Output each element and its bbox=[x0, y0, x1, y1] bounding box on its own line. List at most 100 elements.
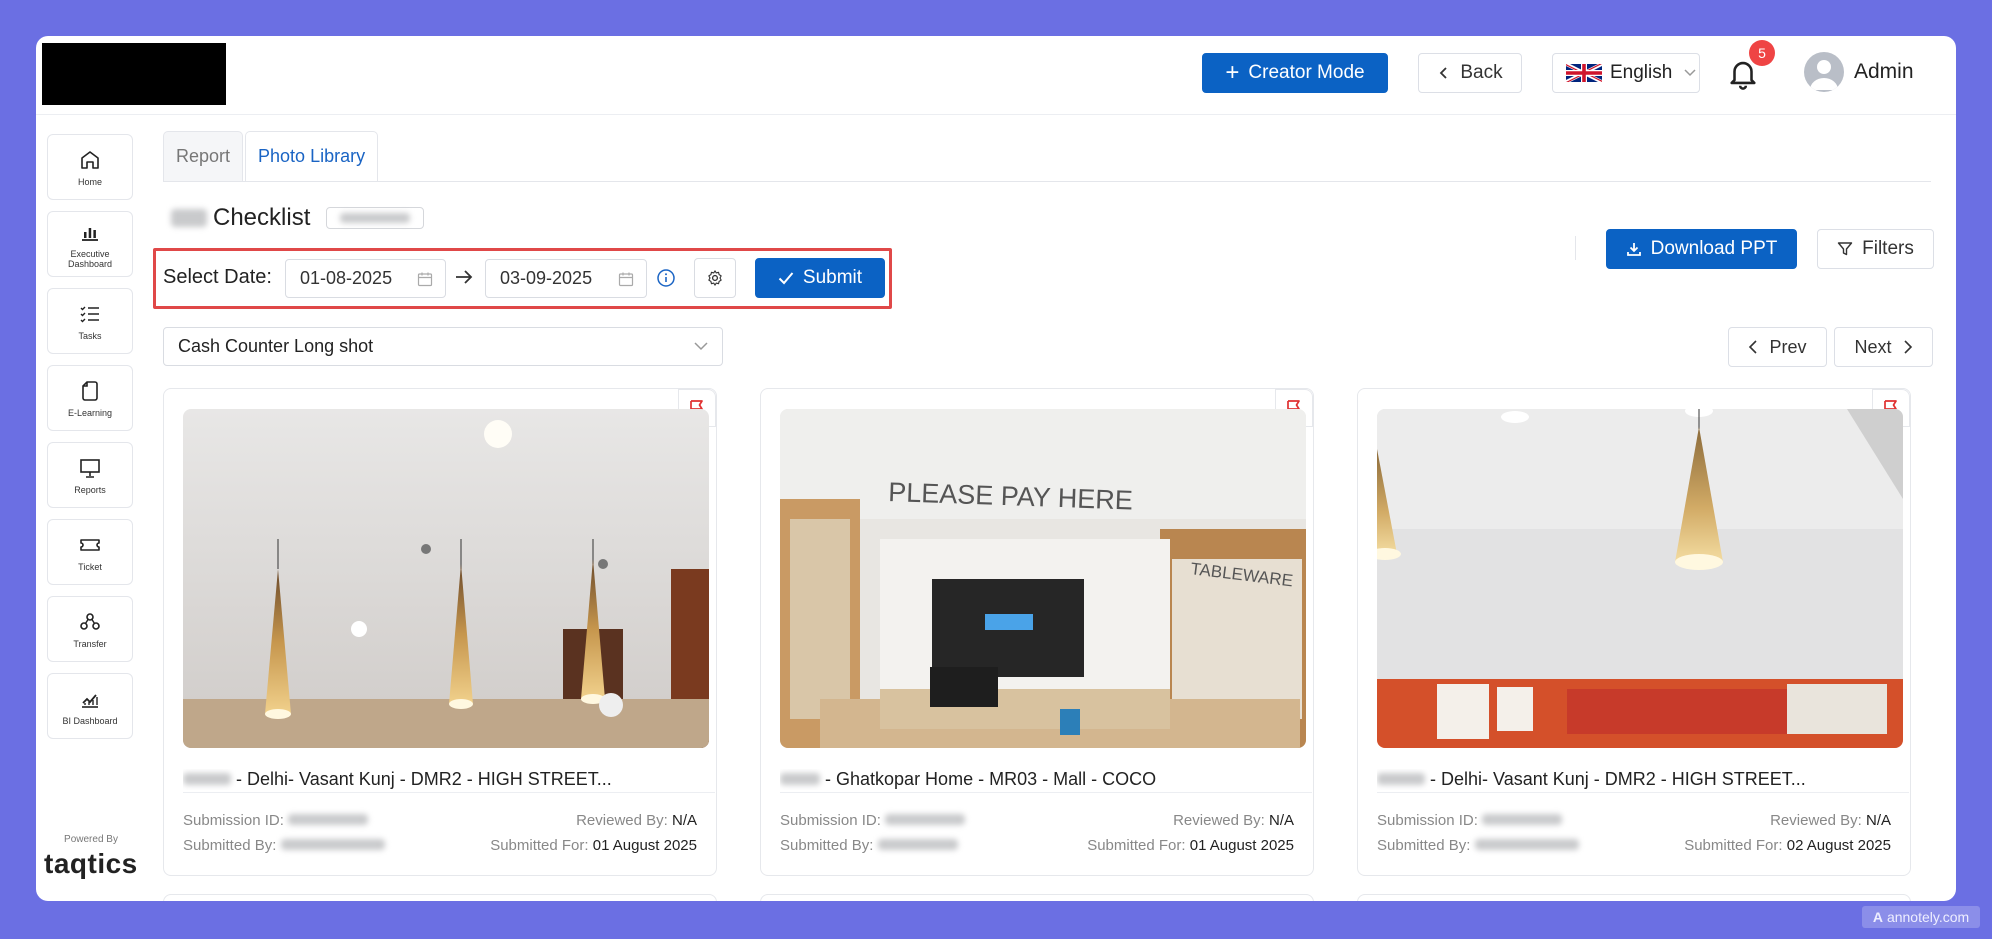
select-date-label: Select Date: bbox=[163, 266, 272, 288]
sidebar-item-ticket[interactable]: Ticket bbox=[47, 519, 133, 585]
reviewed-by: Reviewed By: N/A bbox=[1173, 812, 1294, 829]
store-photo-lamps-red-wall[interactable] bbox=[1377, 409, 1903, 748]
question-select[interactable]: Cash Counter Long shot bbox=[163, 327, 723, 366]
bar-chart-icon bbox=[82, 227, 98, 241]
redacted-text bbox=[1474, 839, 1579, 850]
redacted-text bbox=[1377, 773, 1425, 785]
company-logo-redacted bbox=[42, 43, 226, 105]
submitted-for: Submitted For: 01 August 2025 bbox=[1087, 837, 1294, 854]
checklist-tag bbox=[326, 207, 425, 229]
calendar-icon bbox=[618, 272, 634, 287]
tab-report[interactable]: Report bbox=[163, 131, 244, 181]
end-date-input[interactable]: 03-09-2025 bbox=[485, 259, 647, 298]
submission-id: Submission ID: bbox=[183, 812, 369, 829]
photo-card[interactable]: - Delhi- Vasant Kunj - DMR2 - HIGH STREE… bbox=[1357, 388, 1911, 876]
annotely-watermark: A annotely.com bbox=[1862, 906, 1980, 928]
redacted-text bbox=[171, 209, 207, 227]
header-divider bbox=[36, 114, 1956, 115]
language-select[interactable]: English bbox=[1552, 53, 1700, 93]
back-button[interactable]: Back bbox=[1418, 53, 1522, 93]
document-icon bbox=[82, 380, 98, 401]
chevron-right-icon bbox=[1903, 340, 1912, 354]
notification-count-badge: 5 bbox=[1749, 40, 1775, 66]
tabs-divider bbox=[163, 181, 1931, 182]
submission-id: Submission ID: bbox=[780, 812, 966, 829]
tab-photo-library[interactable]: Photo Library bbox=[245, 131, 379, 181]
download-icon bbox=[1626, 243, 1641, 256]
photo-card[interactable]: PLEASE PAY HERE TABLEWARE - Ghatkopar Ho… bbox=[760, 388, 1314, 876]
home-icon bbox=[81, 150, 99, 169]
gear-icon bbox=[708, 270, 722, 286]
presentation-icon bbox=[80, 458, 100, 478]
download-ppt-button[interactable]: Download PPT bbox=[1606, 229, 1797, 269]
redacted-text bbox=[1482, 814, 1563, 825]
avatar-icon bbox=[1804, 52, 1844, 92]
reviewed-by: Reviewed By: N/A bbox=[576, 812, 697, 829]
store-photo-ceiling-lamps[interactable] bbox=[183, 409, 709, 748]
photo-card-partial bbox=[163, 894, 717, 901]
redacted-text bbox=[877, 839, 958, 850]
sidebar-item-reports[interactable]: Reports bbox=[47, 442, 133, 508]
user-menu[interactable]: Admin bbox=[1804, 52, 1914, 92]
card-divider bbox=[183, 792, 715, 793]
store-photo-cash-counter[interactable]: PLEASE PAY HERE TABLEWARE bbox=[780, 409, 1306, 748]
plus-icon: + bbox=[1225, 59, 1240, 86]
submit-button[interactable]: Submit bbox=[755, 258, 885, 298]
check-icon bbox=[778, 272, 794, 285]
sidebar-item-home[interactable]: Home bbox=[47, 134, 133, 200]
reviewed-by: Reviewed By: N/A bbox=[1770, 812, 1891, 829]
arrow-right-icon bbox=[456, 270, 473, 284]
brand-logo-text: taqtics bbox=[44, 848, 138, 879]
chevron-down-icon bbox=[1684, 69, 1696, 77]
store-name: - Delhi- Vasant Kunj - DMR2 - HIGH STREE… bbox=[183, 769, 701, 790]
redacted-text bbox=[780, 773, 820, 785]
creator-mode-button[interactable]: + Creator Mode bbox=[1202, 53, 1388, 93]
photo-card[interactable]: - Delhi- Vasant Kunj - DMR2 - HIGH STREE… bbox=[163, 388, 717, 876]
sidebar-item-e-learning[interactable]: E-Learning bbox=[47, 365, 133, 431]
photo-card-partial bbox=[1357, 894, 1911, 901]
ticket-icon bbox=[80, 538, 100, 551]
submitted-for: Submitted For: 01 August 2025 bbox=[490, 837, 697, 854]
store-name: - Ghatkopar Home - MR03 - Mall - COCO bbox=[780, 769, 1298, 790]
transfer-icon bbox=[80, 612, 100, 630]
redacted-text bbox=[885, 814, 966, 825]
sidebar-item-transfer[interactable]: Transfer bbox=[47, 596, 133, 662]
powered-by-text: Powered By bbox=[64, 834, 118, 845]
card-divider bbox=[780, 792, 1312, 793]
submission-id: Submission ID: bbox=[1377, 812, 1563, 829]
task-list-icon bbox=[80, 306, 99, 322]
chevron-left-icon bbox=[1440, 67, 1448, 79]
prev-button[interactable]: Prev bbox=[1728, 327, 1827, 367]
submitted-by: Submitted By: bbox=[1377, 837, 1579, 854]
redacted-text bbox=[183, 773, 231, 785]
start-date-input[interactable]: 01-08-2025 bbox=[285, 259, 446, 298]
photo-card-partial bbox=[760, 894, 1314, 901]
store-name: - Delhi- Vasant Kunj - DMR2 - HIGH STREE… bbox=[1377, 769, 1895, 790]
annotely-logo-icon: A bbox=[1872, 909, 1883, 925]
submitted-by: Submitted By: bbox=[780, 837, 958, 854]
submitted-by: Submitted By: bbox=[183, 837, 385, 854]
sidebar-item-tasks[interactable]: Tasks bbox=[47, 288, 133, 354]
settings-button[interactable] bbox=[694, 258, 736, 298]
page-title: Checklist bbox=[171, 204, 425, 232]
calendar-icon bbox=[417, 272, 433, 287]
card-divider bbox=[1377, 792, 1909, 793]
redacted-text bbox=[288, 814, 369, 825]
line-chart-icon bbox=[82, 693, 98, 708]
submitted-for: Submitted For: 02 August 2025 bbox=[1684, 837, 1891, 854]
redacted-text bbox=[280, 839, 385, 850]
sidebar: Home Executive Dashboard Tasks E-Learnin… bbox=[47, 134, 134, 750]
sidebar-item-bi-dashboard[interactable]: BI Dashboard bbox=[47, 673, 133, 739]
next-button[interactable]: Next bbox=[1834, 327, 1933, 367]
divider bbox=[1575, 236, 1576, 260]
tab-bar: Report Photo Library bbox=[163, 131, 379, 181]
info-icon[interactable] bbox=[656, 268, 676, 288]
sidebar-item-executive-dashboard[interactable]: Executive Dashboard bbox=[47, 211, 133, 277]
chevron-down-icon bbox=[694, 342, 708, 351]
user-name: Admin bbox=[1854, 60, 1914, 83]
filters-button[interactable]: Filters bbox=[1817, 229, 1934, 269]
chevron-left-icon bbox=[1749, 340, 1758, 354]
filter-icon bbox=[1837, 242, 1853, 256]
app-window: + Creator Mode Back English 5 Admin Home… bbox=[36, 36, 1956, 901]
uk-flag-icon bbox=[1566, 62, 1602, 84]
